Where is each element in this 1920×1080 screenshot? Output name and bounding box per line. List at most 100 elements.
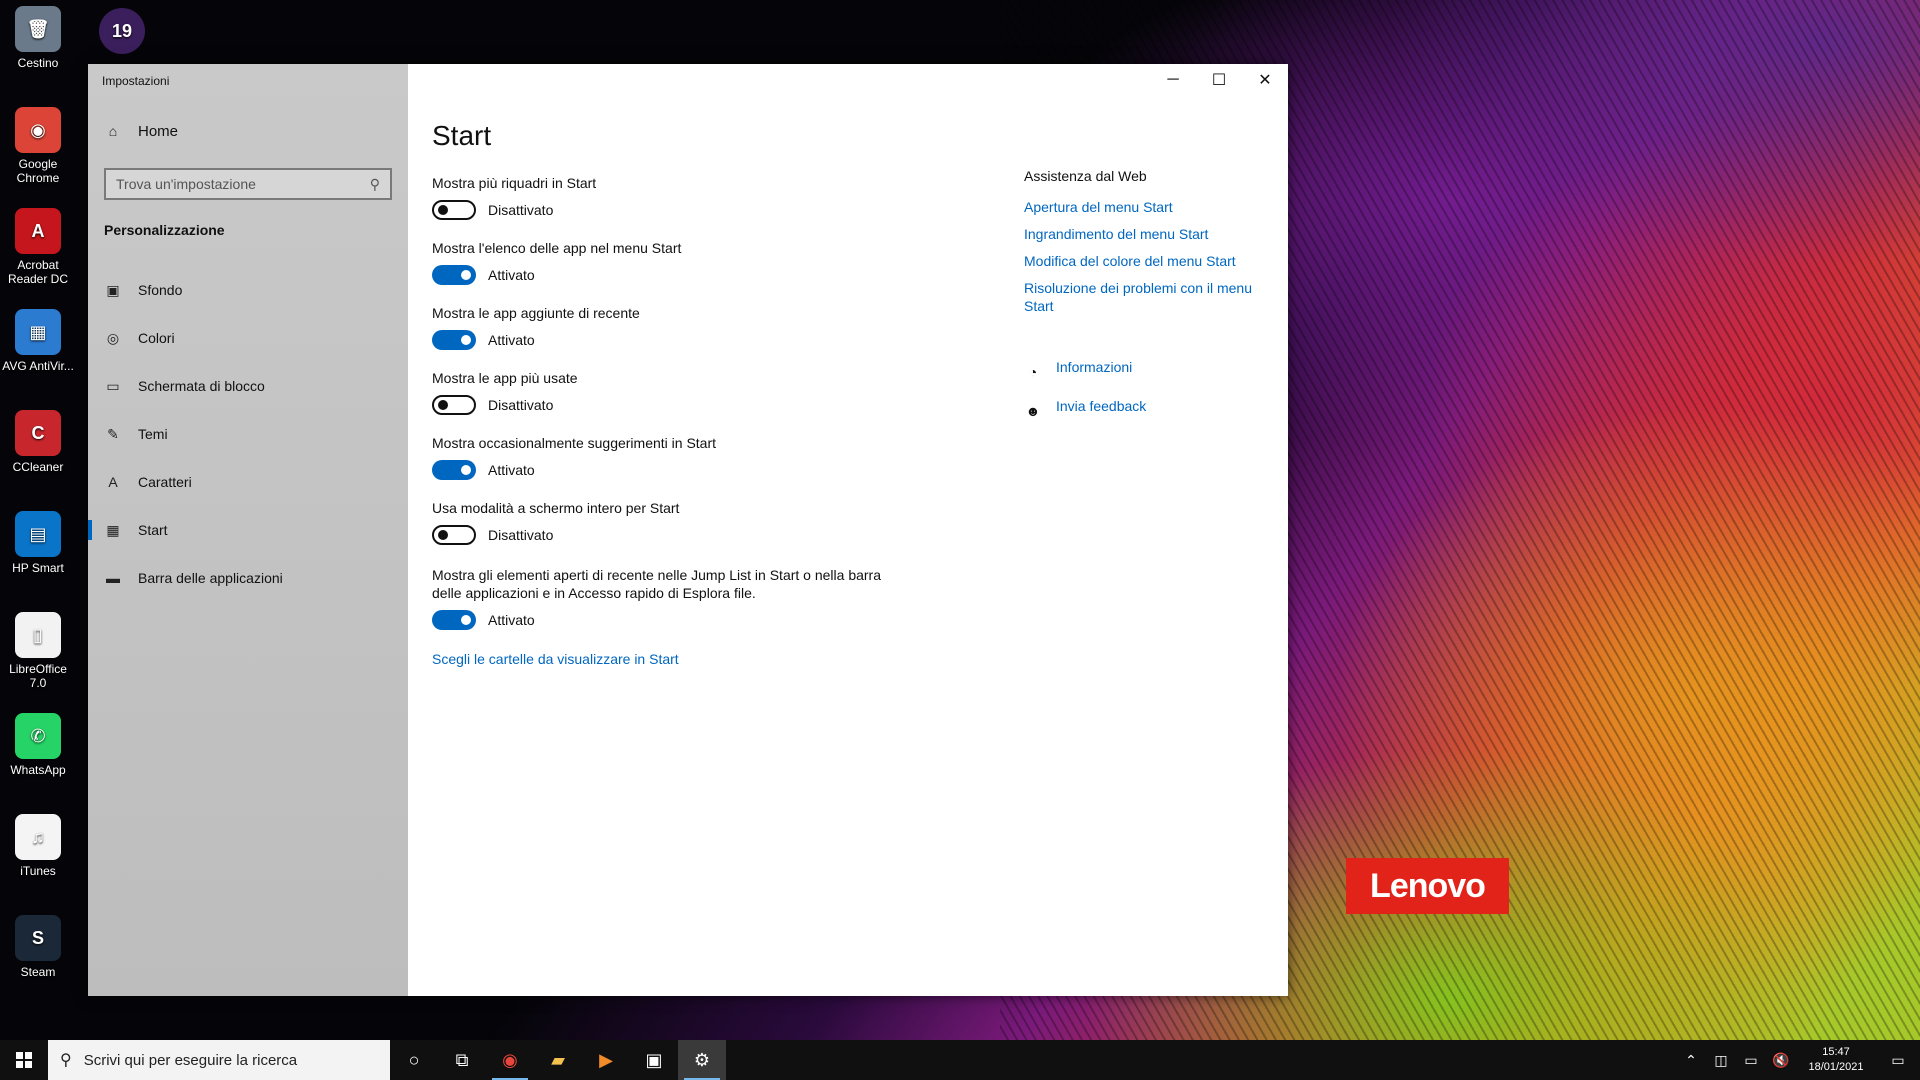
picture-icon: ▣ [106, 281, 120, 298]
desktop-icon-label: WhatsApp [10, 763, 66, 777]
feedback-link[interactable]: Invia feedback [1056, 397, 1146, 415]
taskbar-explorer[interactable]: ▰ [534, 1040, 582, 1080]
start-button[interactable] [0, 1040, 48, 1080]
taskbar-store[interactable]: ▣ [630, 1040, 678, 1080]
sidebar-item[interactable]: ◎ Colori [88, 318, 408, 358]
setting-row: Mostra l'elenco delle app nel menu Start… [432, 239, 892, 285]
web-help-link[interactable]: Ingrandimento del menu Start [1024, 225, 1264, 243]
sidebar-item[interactable]: ▦ Start [88, 510, 408, 550]
search-icon: ⚲ [60, 1052, 72, 1069]
desktop-icon[interactable]: S Steam [2, 915, 74, 979]
setting-row: Mostra le app aggiunte di recente Attivat… [432, 304, 892, 350]
lenovo-logo: Lenovo [1346, 858, 1509, 914]
toggle-switch[interactable] [432, 200, 476, 220]
taskbar-media[interactable]: ▶ [582, 1040, 630, 1080]
task-view-button[interactable]: ⧉ [438, 1040, 486, 1080]
folder-icon: ▰ [551, 1049, 565, 1070]
desktop-icon-label: Google Chrome [16, 157, 60, 185]
taskbar-search[interactable]: ⚲ Scrivi qui per eseguire la ricerca [48, 1040, 390, 1080]
web-help-header: Assistenza dal Web [1024, 168, 1147, 184]
sidebar-item[interactable]: ✎ Temi [88, 414, 408, 454]
settings-search-input[interactable]: Trova un'impostazione ⚲ [104, 168, 392, 200]
gear-icon: ⚙ [693, 1049, 711, 1070]
toggle-state: Attivato [488, 332, 535, 348]
toggle-row: Disattivato [432, 525, 892, 545]
store-icon: ▣ [645, 1049, 663, 1070]
toggle-knob [438, 205, 448, 215]
clock[interactable]: 15:47 18/01/2021 [1796, 1045, 1876, 1075]
sidebar-item-label: Start [138, 522, 168, 538]
toggle-state: Disattivato [488, 202, 554, 218]
toggle-state: Attivato [488, 612, 535, 628]
sidebar-item-label: Colori [138, 330, 175, 346]
page-title: Start [432, 120, 492, 151]
toggle-switch[interactable] [432, 330, 476, 350]
setting-label: Mostra le app aggiunte di recente [432, 305, 640, 321]
desktop-icon[interactable]: ▤ HP Smart [2, 511, 74, 575]
palette-icon: ◎ [106, 329, 120, 346]
sidebar-item[interactable]: ▭ Schermata di blocco [88, 366, 408, 406]
web-help-link[interactable]: Risoluzione dei problemi con il menu Sta… [1024, 279, 1264, 315]
close-button[interactable]: ✕ [1242, 64, 1288, 96]
info-link[interactable]: Informazioni [1056, 358, 1132, 376]
taskbar-settings[interactable]: ⚙ [678, 1040, 726, 1080]
app-icon: ▤ [15, 511, 61, 557]
clock-date: 18/01/2021 [1808, 1061, 1864, 1073]
toggle-switch[interactable] [432, 525, 476, 545]
app-icon: C [15, 410, 61, 456]
themes-icon: ✎ [107, 425, 119, 442]
app-icon: ▯ [15, 612, 61, 658]
web-help-link[interactable]: Apertura del menu Start [1024, 198, 1264, 216]
desktop-icon[interactable]: A Acrobat Reader DC [2, 208, 74, 286]
nav-home[interactable]: ⌂ Home [104, 122, 178, 140]
feedback-row[interactable]: ☻ Invia feedback [1024, 397, 1264, 424]
sidebar-item[interactable]: ▬ Barra delle applicazioni [88, 558, 408, 598]
choose-folders-link[interactable]: Scegli le cartelle da visualizzare in St… [432, 651, 679, 667]
web-help-link[interactable]: Modifica del colore del menu Start [1024, 252, 1264, 270]
desktop-icon[interactable]: ♫ iTunes [2, 814, 74, 878]
sidebar-item[interactable]: ▣ Sfondo [88, 270, 408, 310]
desktop-icon-label: AVG AntiVir... [2, 359, 74, 373]
chevron-up-icon[interactable]: ⌃ [1676, 1052, 1706, 1069]
maximize-button[interactable]: ☐ [1196, 64, 1242, 96]
desktop-icon[interactable]: ✆ WhatsApp [2, 713, 74, 777]
info-row[interactable]: ◔ Informazioni [1024, 358, 1264, 385]
cortana-button[interactable]: ○ [390, 1040, 438, 1080]
volume-muted-icon[interactable]: 🔇 [1766, 1052, 1796, 1069]
desktop-icon[interactable]: C CCleaner [2, 410, 74, 474]
toggle-switch[interactable] [432, 460, 476, 480]
desktop-icon[interactable]: ▦ AVG AntiVir... [2, 309, 74, 373]
folders-link-wrap: Scegli le cartelle da visualizzare in St… [432, 650, 892, 669]
lock-screen-icon: ▭ [106, 377, 120, 394]
desktop-icon[interactable]: ▯ LibreOffice 7.0 [2, 612, 74, 690]
toggle-switch[interactable] [432, 610, 476, 630]
setting-label: Mostra più riquadri in Start [432, 175, 597, 191]
desktop-icon[interactable]: ◉ Google Chrome [2, 107, 74, 185]
network-icon[interactable]: ▭ [1736, 1052, 1766, 1069]
sidebar-item[interactable]: A Caratteri [88, 462, 408, 502]
toggle-knob [438, 400, 448, 410]
football-icon: 19 [99, 8, 145, 54]
toggle-knob [461, 335, 471, 345]
football-shortcut[interactable]: 19 [86, 8, 158, 58]
toggle-knob [461, 270, 471, 280]
toggle-knob [438, 530, 448, 540]
windows-icon [16, 1052, 32, 1068]
toggle-switch[interactable] [432, 395, 476, 415]
home-icon: ⌂ [108, 123, 118, 139]
setting-label: Mostra occasionalmente suggerimenti in S… [432, 435, 717, 451]
sidebar-item-label: Sfondo [138, 282, 183, 298]
notification-icon[interactable]: ▭ [1876, 1052, 1920, 1069]
taskbar-chrome[interactable]: ◉ [486, 1040, 534, 1080]
toggle-switch[interactable] [432, 265, 476, 285]
meet-icon[interactable]: ◫ [1706, 1052, 1736, 1069]
desktop-icon[interactable]: 🗑 Cestino [2, 6, 74, 70]
settings-window: Impostazioni ⌂ Home Trova un'impostazion… [88, 64, 1288, 996]
settings-main: ─ ☐ ✕ Start Mostra più riquadri in Start… [408, 64, 1288, 996]
toggle-state: Disattivato [488, 397, 554, 413]
setting-label: Mostra l'elenco delle app nel menu Start [432, 240, 682, 256]
desktop-icon-label: HP Smart [12, 561, 64, 575]
minimize-button[interactable]: ─ [1150, 64, 1196, 96]
desktop-icon-label: LibreOffice 7.0 [9, 662, 67, 690]
app-icon: 🗑 [15, 6, 61, 52]
